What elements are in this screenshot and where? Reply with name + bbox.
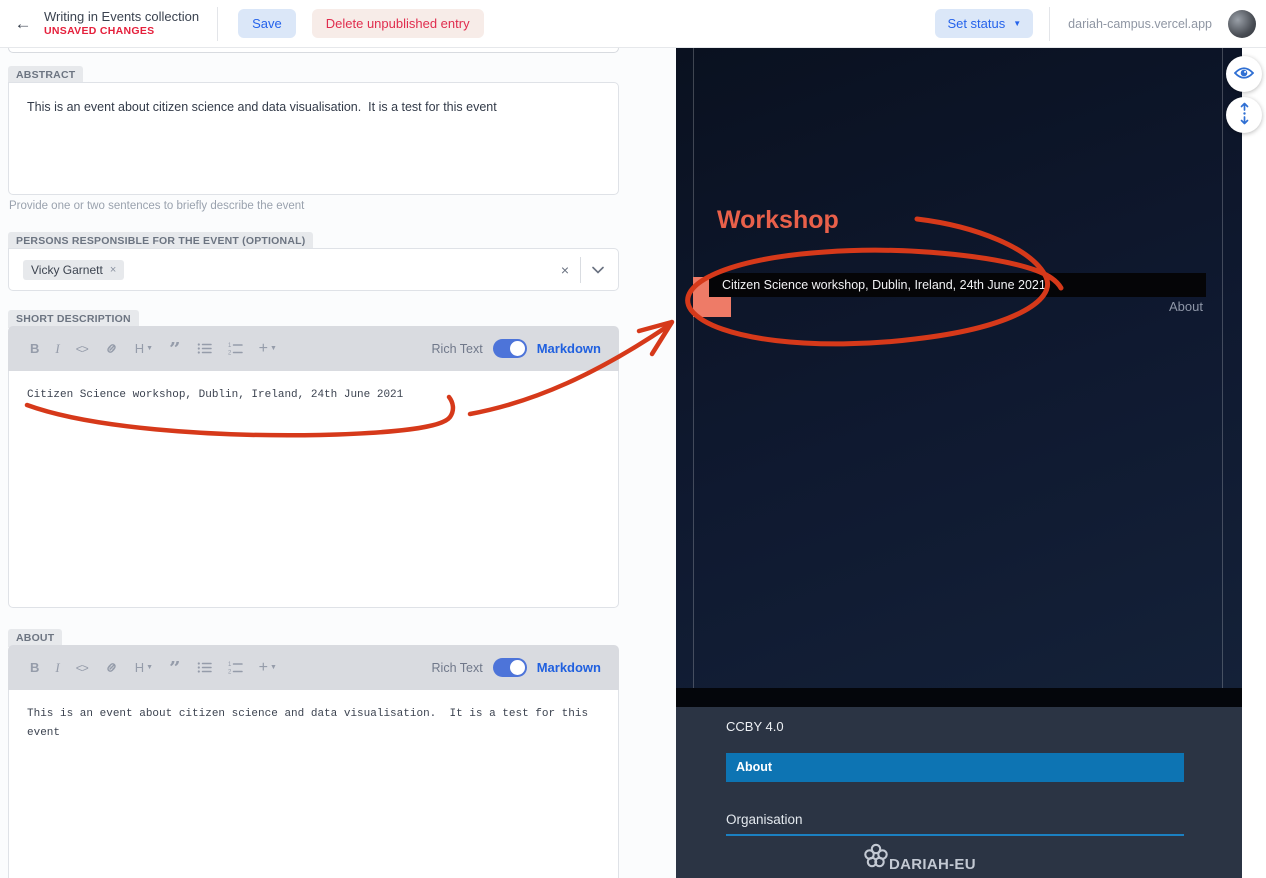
editor-pane: ABSTRACT This is an event about citizen … <box>0 48 676 878</box>
toggle-knob <box>510 660 525 675</box>
mode-switch: Rich Text Markdown <box>432 658 601 677</box>
title-block: Writing in Events collection UNSAVED CHA… <box>44 9 199 38</box>
about-toolbar: B I <> H▼ ” 12 +▼ Rich Text Markdown <box>8 645 619 690</box>
mode-switch: Rich Text Markdown <box>432 339 601 358</box>
heading-icon[interactable]: H▼ <box>135 342 153 355</box>
ordered-list-icon[interactable]: 12 <box>228 342 243 355</box>
control-divider <box>580 257 581 283</box>
unsaved-changes-badge: UNSAVED CHANGES <box>44 25 199 38</box>
code-icon[interactable]: <> <box>76 343 88 355</box>
link-icon[interactable] <box>104 341 119 356</box>
event-category-heading: Workshop <box>717 206 839 235</box>
link-icon[interactable] <box>104 660 119 675</box>
avatar[interactable] <box>1228 10 1256 38</box>
eye-icon <box>1234 66 1254 83</box>
short-description-editor[interactable]: Citizen Science workshop, Dublin, Irelan… <box>8 371 619 608</box>
event-highlight-bar: Citizen Science workshop, Dublin, Irelan… <box>709 273 1206 297</box>
header-divider <box>217 7 218 41</box>
svg-text:2: 2 <box>228 351 232 356</box>
remove-tag-icon[interactable]: × <box>110 264 116 276</box>
site-preview-pane: Workshop Citizen Science workshop, Dubli… <box>676 48 1242 878</box>
short-description-toolbar: B I <> H▼ ” 12 +▼ Rich Text Markdown <box>8 326 619 371</box>
previous-field-cutoff <box>8 48 619 53</box>
chevron-down-icon: ▼ <box>1013 19 1021 28</box>
hero-bottom-strip <box>676 688 1242 707</box>
bullet-list-icon[interactable] <box>197 342 212 355</box>
rich-text-label: Rich Text <box>432 661 483 675</box>
markdown-toggle[interactable] <box>493 339 527 358</box>
chevron-down-icon[interactable] <box>592 266 604 274</box>
preview-footer: CCBY 4.0 About Organisation DARIAH-EU <box>676 707 1242 878</box>
preview-hero: Workshop Citizen Science workshop, Dubli… <box>676 48 1242 688</box>
add-block-icon[interactable]: +▼ <box>259 660 277 676</box>
scroll-sync-button[interactable] <box>1226 97 1262 133</box>
hero-right-rule <box>1222 48 1223 688</box>
clear-icon[interactable]: × <box>561 262 569 278</box>
organisation-label: Organisation <box>726 812 803 827</box>
deployment-domain: dariah-campus.vercel.app <box>1068 17 1212 31</box>
person-tag-name: Vicky Garnett <box>31 263 103 277</box>
svg-text:2: 2 <box>228 670 232 675</box>
set-status-label: Set status <box>947 16 1005 31</box>
markdown-toggle[interactable] <box>493 658 527 677</box>
quote-icon[interactable]: ” <box>169 342 181 356</box>
add-block-icon[interactable]: +▼ <box>259 341 277 357</box>
organisation-underline <box>726 834 1184 836</box>
svg-text:1: 1 <box>228 662 232 668</box>
toggle-knob <box>510 341 525 356</box>
quote-icon[interactable]: ” <box>169 661 181 675</box>
abstract-textarea[interactable]: This is an event about citizen science a… <box>8 82 619 195</box>
italic-icon[interactable]: I <box>55 661 59 674</box>
footer-about-tab[interactable]: About <box>726 753 1184 782</box>
persons-combobox[interactable]: Vicky Garnett × × <box>8 248 619 291</box>
about-editor[interactable]: This is an event about citizen science a… <box>8 690 619 878</box>
license-label: CCBY 4.0 <box>726 719 784 734</box>
dariah-logo-text: DARIAH-EU <box>889 856 976 873</box>
dariah-flower-icon <box>864 843 888 873</box>
dariah-logo: DARIAH-EU <box>864 843 976 873</box>
preview-eye-button[interactable] <box>1226 56 1262 92</box>
bold-icon[interactable]: B <box>30 342 39 355</box>
top-toolbar: ← Writing in Events collection UNSAVED C… <box>0 0 1266 48</box>
hero-about-link[interactable]: About <box>1169 299 1203 314</box>
bold-icon[interactable]: B <box>30 661 39 674</box>
italic-icon[interactable]: I <box>55 342 59 355</box>
abstract-help-text: Provide one or two sentences to briefly … <box>9 200 304 212</box>
header-divider <box>1049 7 1050 41</box>
ordered-list-icon[interactable]: 12 <box>228 661 243 674</box>
persons-controls: × <box>561 257 604 283</box>
svg-text:1: 1 <box>228 343 232 349</box>
up-down-arrows-icon <box>1238 102 1251 128</box>
back-button[interactable]: ← <box>8 9 38 39</box>
rich-text-label: Rich Text <box>432 342 483 356</box>
save-button[interactable]: Save <box>238 9 296 38</box>
set-status-button[interactable]: Set status ▼ <box>935 9 1033 38</box>
bullet-list-icon[interactable] <box>197 661 212 674</box>
heading-icon[interactable]: H▼ <box>135 661 153 674</box>
page-title: Writing in Events collection <box>44 9 199 25</box>
hero-left-rule <box>693 48 694 688</box>
code-icon[interactable]: <> <box>76 662 88 674</box>
person-tag: Vicky Garnett × <box>23 260 124 280</box>
markdown-label: Markdown <box>537 660 601 675</box>
markdown-label: Markdown <box>537 341 601 356</box>
delete-button[interactable]: Delete unpublished entry <box>312 9 484 38</box>
